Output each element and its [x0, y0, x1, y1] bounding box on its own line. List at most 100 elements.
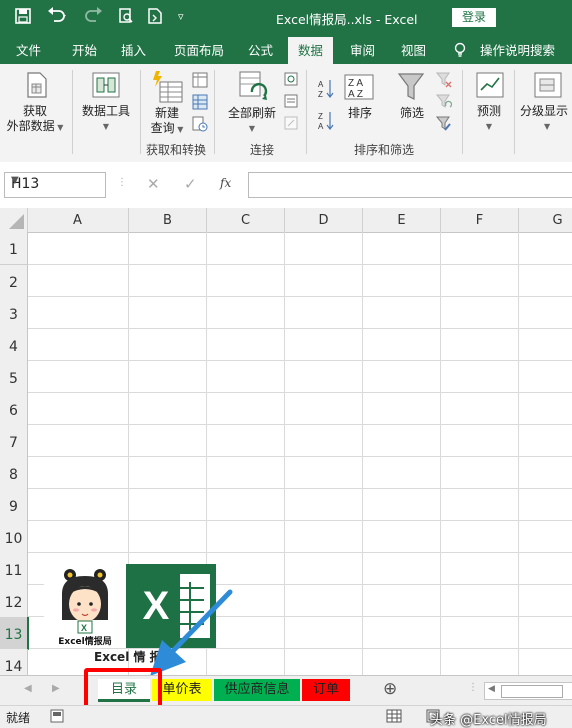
advanced-filter-icon[interactable]: [435, 116, 452, 135]
formula-input[interactable]: [248, 172, 572, 198]
show-queries-icon[interactable]: [192, 72, 208, 91]
dropdown-arrow-icon: ▼: [174, 125, 184, 134]
data-tools-button[interactable]: 数据工具 ▼: [76, 104, 136, 134]
row-header-7[interactable]: 7: [0, 425, 28, 458]
row-header-1[interactable]: 1: [0, 232, 28, 265]
row-header-8[interactable]: 8: [0, 457, 28, 490]
recent-sources-icon[interactable]: [192, 116, 208, 135]
scrollbar-thumb[interactable]: [501, 685, 563, 698]
macro-record-icon[interactable]: [50, 709, 64, 726]
horizontal-scrollbar[interactable]: ◀: [484, 682, 572, 700]
edit-links-icon[interactable]: [284, 116, 298, 133]
reapply-icon[interactable]: [435, 94, 453, 113]
properties-icon[interactable]: [284, 94, 298, 111]
group-connections-label: 连接: [250, 143, 275, 157]
name-box[interactable]: H13 ▼: [4, 172, 106, 198]
row-header-5[interactable]: 5: [0, 361, 28, 394]
outline-icon[interactable]: [534, 72, 562, 101]
tab-formulas[interactable]: 公式: [248, 37, 273, 64]
dropdown-arrow-icon: ▼: [544, 122, 551, 131]
login-button[interactable]: 登录: [452, 8, 496, 27]
row-header-14[interactable]: 14: [0, 649, 28, 675]
customize-quick-access-icon[interactable]: ▿: [178, 6, 184, 28]
from-table-icon[interactable]: [192, 94, 208, 113]
row-header-12[interactable]: 12: [0, 585, 28, 618]
tab-tell-me[interactable]: 操作说明搜索: [480, 37, 555, 64]
column-header-d[interactable]: D: [285, 208, 363, 232]
row-header-3[interactable]: 3: [0, 297, 28, 330]
save-icon[interactable]: [15, 8, 31, 30]
column-header-b[interactable]: B: [129, 208, 207, 232]
document-icon[interactable]: [148, 8, 162, 30]
outline-button[interactable]: 分级显示 ▼: [520, 104, 572, 134]
refresh-all-icon[interactable]: [238, 70, 268, 105]
refresh-all-button[interactable]: 全部刷新 ▼: [222, 106, 282, 136]
redo-icon[interactable]: [82, 6, 104, 32]
filter-icon[interactable]: [397, 72, 425, 105]
get-external-data-icon[interactable]: [26, 72, 48, 101]
insert-function-icon[interactable]: fx: [220, 176, 231, 190]
select-all-corner[interactable]: [0, 208, 28, 232]
undo-icon[interactable]: [46, 6, 68, 32]
clear-filter-icon[interactable]: [435, 72, 452, 91]
column-header-c[interactable]: C: [207, 208, 285, 232]
forecast-button[interactable]: 预测 ▼: [468, 104, 510, 134]
svg-text:X: X: [81, 623, 87, 633]
drag-handle-icon[interactable]: ⋮: [117, 177, 127, 188]
sort-icon[interactable]: Z AA Z: [344, 74, 374, 103]
data-tools-label: 数据工具: [81, 104, 130, 118]
row-header-10[interactable]: 10: [0, 521, 28, 554]
row-header-9[interactable]: 9: [0, 489, 28, 522]
data-tools-icon[interactable]: [92, 72, 120, 101]
refresh-all-label: 全部刷新: [227, 106, 276, 120]
dropdown-arrow-icon: ▼: [485, 122, 493, 131]
tab-file[interactable]: 文件: [16, 37, 41, 64]
ribbon-separator: [306, 70, 307, 154]
sort-button[interactable]: 排序: [340, 106, 380, 121]
gridline: [27, 296, 572, 297]
enter-icon[interactable]: ✓: [184, 175, 197, 193]
dropdown-arrow-icon: ▼: [248, 124, 256, 133]
column-header-g[interactable]: G: [519, 208, 572, 232]
column-header-f[interactable]: F: [441, 208, 519, 232]
row-header-11[interactable]: 11: [0, 553, 28, 586]
lightbulb-icon[interactable]: [454, 37, 466, 64]
normal-view-icon[interactable]: [386, 709, 402, 726]
add-sheet-icon[interactable]: ⊕: [383, 679, 397, 699]
cancel-icon[interactable]: ✕: [147, 175, 160, 193]
new-query-icon[interactable]: [150, 70, 184, 107]
sort-ascending-icon[interactable]: AZ: [318, 78, 334, 103]
new-query-label-2-text: 查询: [150, 121, 175, 135]
tab-insert[interactable]: 插入: [121, 37, 146, 64]
status-ready: 就绪: [6, 711, 31, 725]
sheet-tab-orders[interactable]: 订单: [302, 679, 350, 701]
row-header-2[interactable]: 2: [0, 265, 28, 298]
new-query-button[interactable]: 新建 查询 ▼: [144, 106, 190, 137]
scroll-sheets-right-icon[interactable]: ▶: [52, 683, 60, 694]
new-query-label-1: 新建: [154, 106, 179, 120]
forecast-icon[interactable]: [476, 72, 504, 101]
row-header-6[interactable]: 6: [0, 393, 28, 426]
worksheet-grid[interactable]: A B C D E F G 1 2 3 4 5 6 7 8 9 10 11 12…: [0, 208, 572, 675]
connections-icon[interactable]: [284, 72, 298, 89]
tab-data[interactable]: 数据: [288, 37, 334, 64]
status-bar: 就绪 头条 @Excel情报局: [0, 705, 572, 728]
get-external-data-button[interactable]: 获取 外部数据 ▼: [2, 104, 68, 135]
column-header-a[interactable]: A: [27, 208, 129, 232]
tab-view[interactable]: 视图: [401, 37, 426, 64]
chevron-down-icon[interactable]: ▼: [11, 175, 101, 186]
row-header-13[interactable]: 13: [0, 617, 29, 650]
drag-handle-icon[interactable]: ⋮: [468, 682, 478, 693]
tab-page-layout[interactable]: 页面布局: [174, 37, 224, 64]
tab-home[interactable]: 开始: [72, 37, 97, 64]
scroll-left-icon[interactable]: ◀: [488, 684, 495, 694]
scroll-sheets-left-icon[interactable]: ◀: [24, 683, 32, 694]
tab-review[interactable]: 审阅: [350, 37, 375, 64]
sheet-tab-supplier-info[interactable]: 供应商信息: [214, 679, 300, 701]
dropdown-arrow-icon: ▼: [102, 122, 110, 131]
print-preview-icon[interactable]: [118, 8, 134, 30]
filter-button[interactable]: 筛选: [392, 106, 432, 121]
sort-descending-icon[interactable]: ZA: [318, 110, 334, 135]
column-header-e[interactable]: E: [363, 208, 441, 232]
row-header-4[interactable]: 4: [0, 329, 28, 362]
